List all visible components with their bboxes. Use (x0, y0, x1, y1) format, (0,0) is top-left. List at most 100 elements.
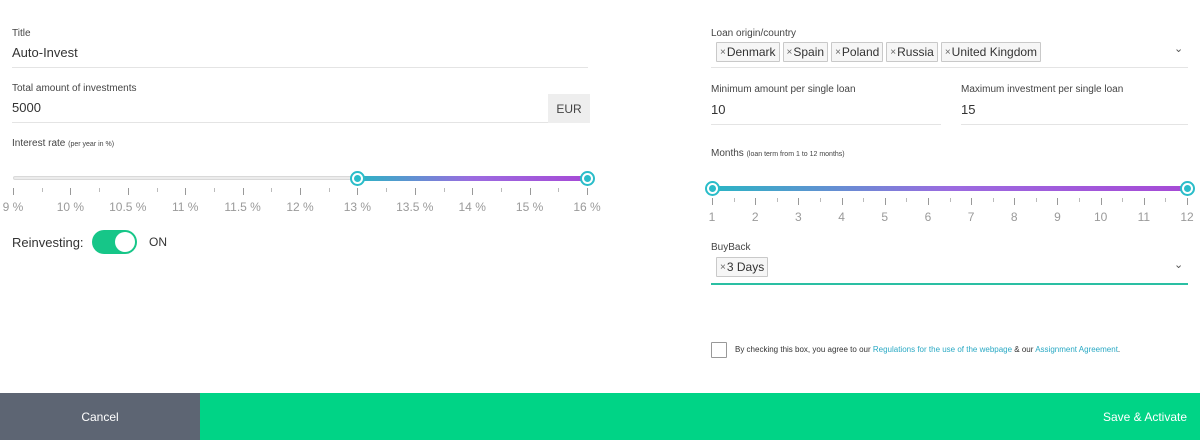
selected-chip: × Spain (782, 42, 829, 62)
slider-tick-label: 13 % (343, 200, 372, 214)
max-investment-underline (961, 124, 1188, 125)
slider-tick (884, 198, 886, 205)
slider-tick (1100, 198, 1102, 205)
chevron-down-icon[interactable]: ⌄ (1174, 42, 1183, 55)
slider-tick-label: 9 (1054, 210, 1061, 224)
chip-label: United Kingdom (951, 45, 1038, 59)
slider-tick-label: 16 % (573, 200, 601, 214)
regulations-link[interactable]: Regulations for the use of the webpage (873, 345, 1012, 354)
total-underline (12, 122, 548, 123)
reinvesting-state: ON (149, 235, 167, 249)
slider-minor-tick (776, 198, 778, 202)
slider-tick-label: 3 (795, 210, 802, 224)
slider-tick-label: 4 (838, 210, 845, 224)
slider-tick-label: 15 % (515, 200, 544, 214)
slider-tick (1187, 198, 1188, 205)
slider-tick-label: 8 (1010, 210, 1018, 224)
chip-label: Russia (897, 45, 934, 59)
slider-tick (242, 188, 244, 195)
max-investment-input[interactable]: 15 (961, 102, 1188, 122)
slider-tick-label: 1 (708, 210, 716, 224)
slider-tick (13, 188, 14, 195)
slider-minor-tick (99, 188, 101, 192)
slider-minor-tick (500, 188, 502, 192)
slider-minor-tick (819, 198, 821, 202)
slider-tick-label: 11 (1137, 210, 1151, 224)
slider-tick-label: 7 (967, 210, 975, 224)
slider-tick (1014, 198, 1016, 205)
reinvesting-toggle[interactable] (92, 230, 137, 254)
min-amount-input[interactable]: 10 (711, 102, 941, 122)
slider-tick (414, 188, 416, 195)
close-icon[interactable]: × (945, 47, 951, 58)
slider-range-fill (712, 186, 1187, 191)
slider-tick-label: 5 (881, 210, 889, 224)
agreement-checkbox[interactable] (711, 342, 727, 358)
slider-minor-tick (863, 198, 865, 202)
slider-minor-tick (271, 188, 273, 192)
loan-origin-label: Loan origin/country (711, 28, 797, 39)
slider-tick-label: 12 % (286, 200, 314, 214)
interest-label: Interest rate (per year in %) (12, 138, 115, 149)
slider-tick-label: 11 % (171, 200, 199, 214)
max-investment-label: Maximum investment per single loan (961, 84, 1124, 95)
slider-tick (927, 198, 929, 205)
cancel-button[interactable]: Cancel (0, 393, 200, 440)
slider-tick (185, 188, 187, 195)
title-label: Title (12, 28, 31, 39)
buyback-select[interactable]: × 3 Days (716, 257, 771, 277)
currency-badge: EUR (548, 94, 590, 123)
selected-chip: × 3 Days (716, 257, 769, 277)
min-amount-underline (711, 124, 941, 125)
slider-tick (798, 198, 800, 205)
min-amount-label: Minimum amount per single loan (711, 84, 856, 95)
save-activate-button[interactable]: Save & Activate (200, 393, 1200, 440)
close-icon[interactable]: × (787, 47, 793, 58)
slider-minor-tick (1035, 198, 1037, 202)
selected-chip: × United Kingdom (940, 42, 1042, 62)
slider-handle-max[interactable] (579, 171, 595, 186)
total-input[interactable]: 5000 (12, 100, 542, 120)
slider-tick-label: 11.5 % (224, 200, 261, 214)
slider-minor-tick (949, 198, 951, 202)
assignment-agreement-link[interactable]: Assignment Agreement (1035, 345, 1118, 354)
title-input[interactable]: Auto-Invest (12, 45, 588, 65)
slider-tick-label: 10.5 % (109, 200, 147, 214)
slider-minor-tick (213, 188, 215, 192)
slider-handle-min[interactable] (349, 171, 365, 186)
slider-minor-tick (1122, 198, 1124, 202)
selected-chip: × Russia (886, 42, 938, 62)
buyback-underline (711, 283, 1188, 285)
slider-minor-tick (558, 188, 560, 192)
slider-tick-label: 10 (1093, 210, 1108, 224)
slider-tick (1057, 198, 1059, 205)
slider-minor-tick (992, 198, 994, 202)
close-icon[interactable]: × (720, 262, 726, 273)
close-icon[interactable]: × (720, 47, 726, 58)
slider-tick (529, 188, 531, 195)
slider-handle-min[interactable] (704, 181, 720, 196)
close-icon[interactable]: × (835, 47, 841, 58)
slider-minor-tick (733, 198, 735, 202)
slider-tick-label: 13.5 % (396, 200, 434, 214)
chevron-down-icon[interactable]: ⌄ (1174, 258, 1183, 271)
selected-chip: × Denmark (716, 42, 780, 62)
slider-tick (127, 188, 129, 195)
slider-tick (755, 198, 757, 205)
slider-tick (300, 188, 301, 195)
agreement-text: By checking this box, you agree to our R… (735, 345, 1121, 354)
slider-tick (357, 188, 359, 195)
slider-tick-label: 6 (924, 210, 932, 224)
interest-rate-slider[interactable]: 9 % 10 % 10.5 % 11 % 11.5 % 12 % 13 % 13.5 % 14 … (0, 160, 601, 220)
slider-tick (587, 188, 588, 195)
months-slider[interactable]: 1 2 3 4 5 6 7 8 9 10 11 12 (690, 170, 1200, 230)
slider-tick-label: 9 % (2, 200, 24, 214)
loan-origin-select[interactable]: × Denmark × Spain × Poland × Russia × United King… (716, 42, 1044, 62)
close-icon[interactable]: × (890, 47, 896, 58)
slider-minor-tick (41, 188, 43, 192)
slider-minor-tick (156, 188, 158, 192)
slider-handle-max[interactable] (1179, 181, 1195, 196)
reinvesting-label: Reinvesting: (12, 235, 84, 250)
slider-tick (472, 188, 474, 195)
slider-tick-label: 10 % (56, 200, 85, 214)
